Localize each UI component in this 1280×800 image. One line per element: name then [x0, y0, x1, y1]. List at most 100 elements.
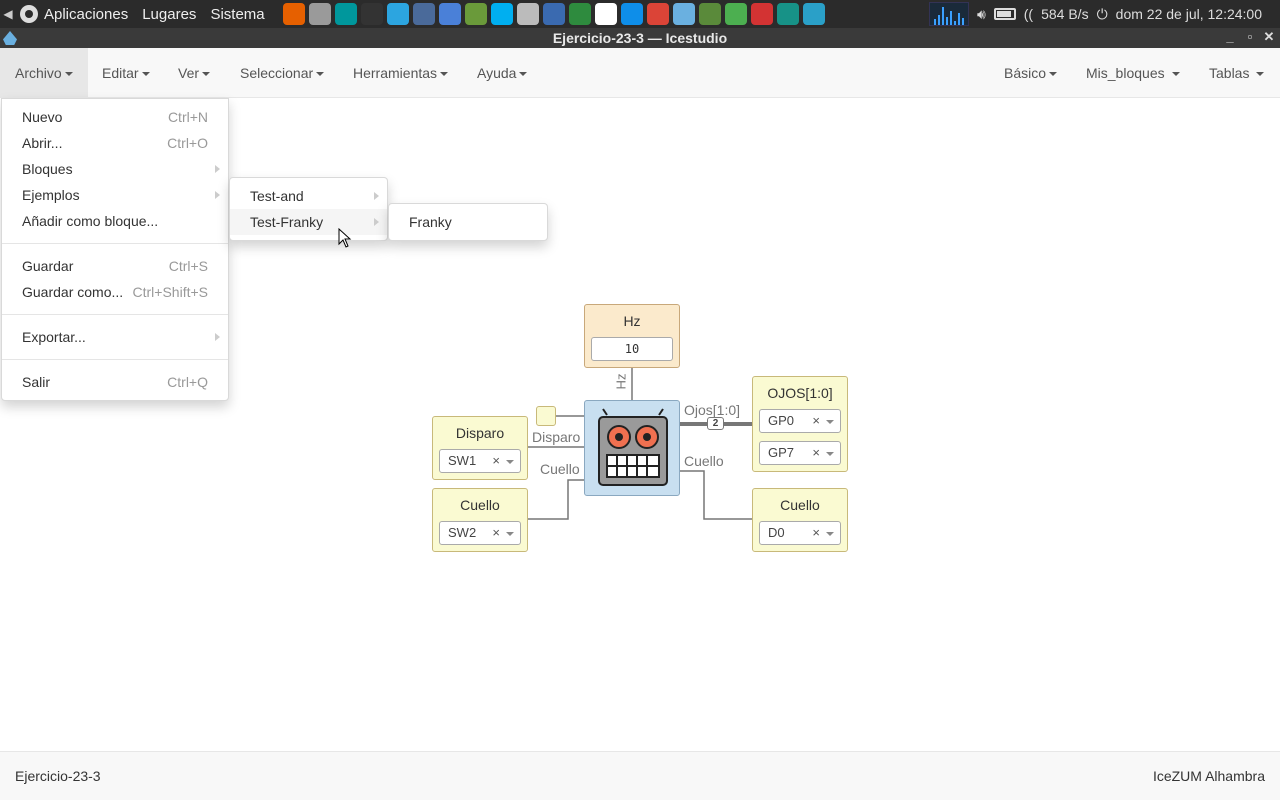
menu-item-salir[interactable]: Salir Ctrl+Q: [2, 369, 228, 395]
menu-basico[interactable]: Básico: [989, 48, 1072, 98]
cuello-input-block[interactable]: Cuello SW2 ×: [432, 488, 528, 552]
submenu-arrow-icon: [215, 191, 220, 199]
wire-label-disparo: Disparo: [532, 429, 581, 445]
menu-item-nuevo[interactable]: Nuevo Ctrl+N: [2, 104, 228, 130]
network-icon[interactable]: [724, 3, 747, 25]
menu-item-exportar[interactable]: Exportar...: [2, 324, 228, 350]
bus-width-badge: 2: [707, 417, 724, 430]
net-speed: 584 B/s: [1041, 6, 1089, 22]
menu-editar[interactable]: Editar: [87, 48, 165, 98]
menu-item-ejemplos[interactable]: Ejemplos: [2, 182, 228, 208]
calculator-icon[interactable]: [516, 3, 539, 25]
ojos-pin1-value: GP7: [768, 445, 795, 460]
submenu-arrow-icon: [374, 192, 379, 200]
drive-icon[interactable]: [308, 3, 331, 25]
menu-seleccionar[interactable]: Seleccionar: [225, 48, 339, 98]
board-name[interactable]: IceZUM Alhambra: [1153, 768, 1265, 784]
menu-aplicaciones[interactable]: Aplicaciones: [44, 6, 128, 23]
menu-divider: [2, 359, 228, 360]
distro-logo-icon[interactable]: [20, 5, 38, 23]
volume-icon[interactable]: 🔊︎: [977, 6, 986, 23]
minimize-button[interactable]: _: [1222, 29, 1238, 45]
menu-item-test-and[interactable]: Test-and: [230, 183, 387, 209]
caret-down-icon: [440, 72, 449, 77]
clear-icon[interactable]: ×: [492, 522, 500, 544]
menu-item-anadir-bloque[interactable]: Añadir como bloque...: [2, 208, 228, 234]
cuello-in-pin-value: SW2: [448, 525, 477, 540]
menu-item-guardar-como[interactable]: Guardar como... Ctrl+Shift+S: [2, 279, 228, 305]
spreadsheet-icon[interactable]: [568, 3, 591, 25]
caret-down-icon: [64, 72, 73, 77]
maximize-button[interactable]: ▫: [1242, 29, 1258, 45]
close-window-button[interactable]: ✕: [1261, 29, 1277, 45]
menu-item-abrir[interactable]: Abrir... Ctrl+O: [2, 130, 228, 156]
hz-value-input[interactable]: 10: [591, 337, 673, 361]
dropdown-arrow-icon[interactable]: [506, 460, 514, 464]
menu-item-guardar[interactable]: Guardar Ctrl+S: [2, 253, 228, 279]
franky-robot-block[interactable]: [584, 400, 680, 496]
firefox-icon[interactable]: [282, 3, 305, 25]
cuello-output-block[interactable]: Cuello D0 ×: [752, 488, 848, 552]
cuello-out-pin-select[interactable]: D0 ×: [759, 521, 841, 545]
menu-sistema[interactable]: Sistema: [210, 6, 264, 23]
skype-icon[interactable]: [490, 3, 513, 25]
dropdown-arrow-icon[interactable]: [506, 532, 514, 536]
terminal-icon[interactable]: [360, 3, 383, 25]
arduino-icon[interactable]: [334, 3, 357, 25]
chromium-icon[interactable]: [438, 3, 461, 25]
clear-icon[interactable]: ×: [812, 442, 820, 464]
cuello-out-block-title: Cuello: [780, 497, 820, 513]
caret-down-icon: [316, 72, 325, 77]
clear-icon[interactable]: ×: [812, 522, 820, 544]
virtualbox-icon[interactable]: [542, 3, 565, 25]
caret-down-icon: [519, 72, 528, 77]
battery-icon[interactable]: [993, 8, 1016, 20]
settings-icon[interactable]: [750, 3, 773, 25]
power-icon[interactable]: ⏻: [1097, 6, 1108, 23]
ojos-output-block[interactable]: OJOS[1:0] GP0 × GP7 ×: [752, 376, 848, 472]
minecraft-icon[interactable]: [698, 3, 721, 25]
menu-ver[interactable]: Ver: [163, 48, 225, 98]
menu-mis-bloques[interactable]: Mis_bloques: [1071, 48, 1195, 98]
hz-constant-block[interactable]: Hz 10: [584, 304, 680, 368]
wifi-icon[interactable]: ((: [1024, 6, 1033, 22]
c-icon[interactable]: [802, 3, 825, 25]
menu-archivo[interactable]: Archivo: [0, 48, 88, 98]
menu-herramientas[interactable]: Herramientas: [338, 48, 463, 98]
clear-icon[interactable]: ×: [492, 450, 500, 472]
disparo-input-block[interactable]: Disparo SW1 ×: [432, 416, 528, 480]
launcher-bar: [282, 3, 825, 25]
wire-label-hz: Hz: [613, 373, 629, 390]
status-footer: Ejercicio-23-3 IceZUM Alhambra: [0, 751, 1280, 800]
dropdown-arrow-icon[interactable]: [826, 532, 834, 536]
ojos-pin0-select[interactable]: GP0 ×: [759, 409, 841, 433]
menu-tablas[interactable]: Tablas: [1194, 48, 1279, 98]
edit-icon[interactable]: [464, 3, 487, 25]
menu-ayuda[interactable]: Ayuda: [462, 48, 542, 98]
play-icon[interactable]: [594, 3, 617, 25]
submenu-arrow-icon: [215, 165, 220, 173]
clock-input-box[interactable]: [536, 406, 556, 426]
app-navbar: Archivo Editar Ver Seleccionar Herramien…: [0, 48, 1280, 98]
menu-item-franky[interactable]: Franky: [389, 209, 547, 235]
menu-item-test-franky[interactable]: Test-Franky: [230, 209, 387, 235]
chrome-icon[interactable]: [646, 3, 669, 25]
clear-icon[interactable]: ×: [812, 410, 820, 432]
ojos-pin1-select[interactable]: GP7 ×: [759, 441, 841, 465]
gitkraken-icon[interactable]: [776, 3, 799, 25]
cuello-in-pin-select[interactable]: SW2 ×: [439, 521, 521, 545]
teamviewer-icon[interactable]: [620, 3, 643, 25]
menu-item-bloques[interactable]: Bloques: [2, 156, 228, 182]
disparo-pin-select[interactable]: SW1 ×: [439, 449, 521, 473]
telegram-icon[interactable]: [386, 3, 409, 25]
clock[interactable]: dom 22 de jul, 12:24:00: [1116, 6, 1262, 22]
panel-left-arrow-icon[interactable]: ◀: [0, 7, 16, 21]
icestudio-icon[interactable]: [672, 3, 695, 25]
dropdown-arrow-icon[interactable]: [826, 420, 834, 424]
monitor-icon[interactable]: [412, 3, 435, 25]
robot-icon: [598, 408, 668, 486]
examples-submenu: Test-and Test-Franky: [229, 177, 388, 241]
menu-lugares[interactable]: Lugares: [142, 6, 196, 23]
cuello-in-block-title: Cuello: [460, 497, 500, 513]
dropdown-arrow-icon[interactable]: [826, 452, 834, 456]
